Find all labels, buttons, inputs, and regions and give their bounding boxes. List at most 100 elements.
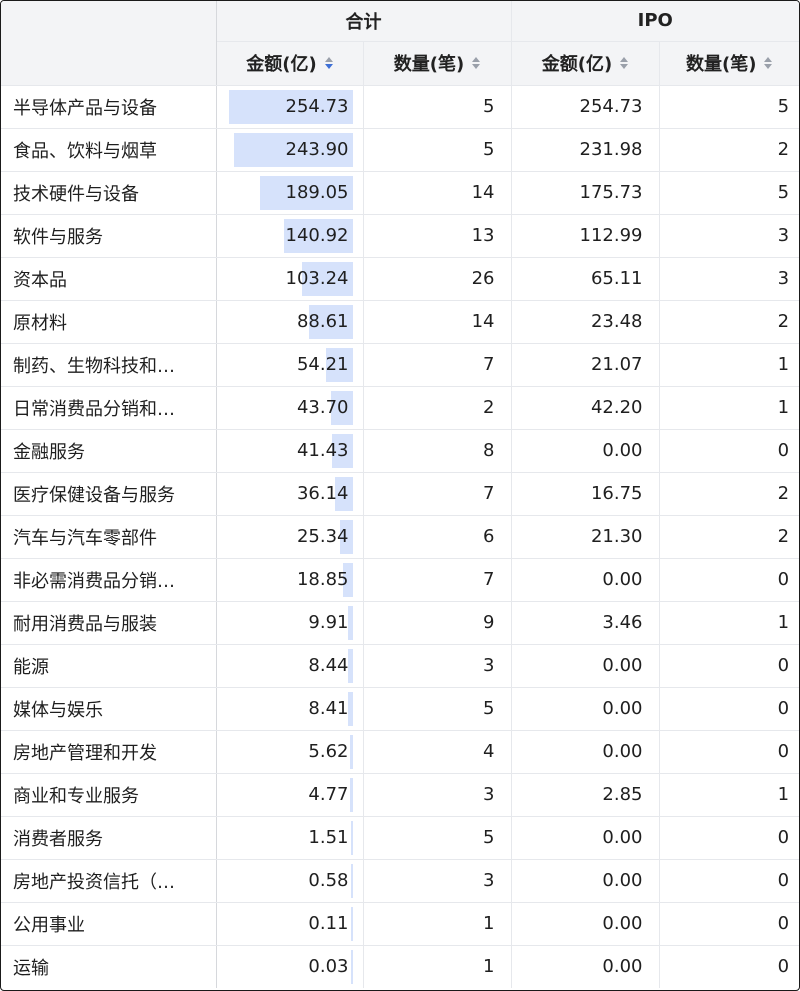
industry-name-cell: 媒体与娱乐	[1, 686, 217, 731]
col-header-total-count[interactable]: 数量(笔)	[362, 40, 512, 86]
total-amount-value: 9.91	[308, 611, 349, 633]
total-amount-cell: 243.90	[215, 127, 364, 172]
ipo-amount-cell: 0.00	[510, 729, 660, 774]
table-row[interactable]: 公用事业 0.11 1 0.00 0	[1, 901, 799, 946]
ipo-count-cell: 5	[658, 170, 799, 215]
industry-name-cell: 金融服务	[1, 428, 217, 473]
total-count-cell: 7	[362, 471, 512, 516]
col-header-total-amount[interactable]: 金额(亿)	[216, 40, 364, 86]
sort-icon[interactable]	[764, 57, 773, 69]
ipo-count-cell: 1	[658, 342, 799, 387]
table-row[interactable]: 消费者服务 1.51 5 0.00 0	[1, 815, 799, 860]
industry-name-cell: 食品、饮料与烟草	[1, 127, 217, 172]
table-row[interactable]: 金融服务 41.43 8 0.00 0	[1, 428, 799, 473]
total-count-cell: 7	[362, 557, 512, 602]
col-header-label: 金额(亿)	[246, 54, 317, 75]
total-count-cell: 9	[362, 600, 512, 645]
ipo-amount-cell: 231.98	[510, 127, 660, 172]
table-row[interactable]: 房地产投资信托（… 0.58 3 0.00 0	[1, 858, 799, 903]
col-header-ipo-amount[interactable]: 金额(亿)	[510, 40, 660, 86]
table-row[interactable]: 汽车与汽车零部件 25.34 6 21.30 2	[1, 514, 799, 559]
total-amount-value: 103.24	[285, 267, 349, 289]
ipo-amount-cell: 16.75	[510, 471, 660, 516]
total-amount-cell: 8.41	[215, 686, 364, 731]
total-amount-cell: 18.85	[215, 557, 364, 602]
table-row[interactable]: 软件与服务 140.92 13 112.99 3	[1, 213, 799, 258]
industry-name-cell: 技术硬件与设备	[1, 170, 217, 215]
total-amount-cell: 0.11	[215, 901, 364, 946]
ipo-count-cell: 0	[658, 686, 799, 731]
table-row[interactable]: 非必需消费品分销… 18.85 7 0.00 0	[1, 557, 799, 602]
total-amount-value: 4.77	[308, 783, 349, 805]
industry-name-cell: 医疗保健设备与服务	[1, 471, 217, 516]
table-row[interactable]: 制药、生物科技和… 54.21 7 21.07 1	[1, 342, 799, 387]
ipo-count-cell: 1	[658, 772, 799, 817]
ipo-count-cell: 2	[658, 514, 799, 559]
total-amount-value: 36.14	[296, 482, 349, 504]
total-amount-cell: 8.44	[215, 643, 364, 688]
total-amount-value: 18.85	[296, 568, 349, 590]
group-header-total: 合计	[215, 1, 512, 42]
ipo-count-cell: 0	[658, 901, 799, 946]
total-amount-cell: 4.77	[215, 772, 364, 817]
total-amount-value: 140.92	[285, 224, 349, 246]
total-count-cell: 8	[362, 428, 512, 473]
industry-name-cell: 商业和专业服务	[1, 772, 217, 817]
total-amount-value: 243.90	[285, 138, 349, 160]
ipo-count-cell: 0	[658, 858, 799, 903]
table-row[interactable]: 商业和专业服务 4.77 3 2.85 1	[1, 772, 799, 817]
sort-icon[interactable]	[620, 57, 629, 69]
industry-name-cell: 能源	[1, 643, 217, 688]
industry-name-cell: 软件与服务	[1, 213, 217, 258]
table-row[interactable]: 运输 0.03 1 0.00 0	[1, 944, 799, 988]
total-amount-value: 5.62	[308, 740, 349, 762]
total-count-cell: 6	[362, 514, 512, 559]
corner-header-cell	[1, 1, 217, 86]
ipo-amount-cell: 0.00	[510, 901, 660, 946]
industry-name-cell: 原材料	[1, 299, 217, 344]
group-header-ipo: IPO	[510, 1, 799, 42]
total-amount-value: 0.58	[308, 869, 349, 891]
industry-name-cell: 公用事业	[1, 901, 217, 946]
table-row[interactable]: 原材料 88.61 14 23.48 2	[1, 299, 799, 344]
total-amount-cell: 36.14	[215, 471, 364, 516]
industry-name-cell: 房地产投资信托（…	[1, 858, 217, 903]
table-row[interactable]: 资本品 103.24 26 65.11 3	[1, 256, 799, 301]
table-row[interactable]: 医疗保健设备与服务 36.14 7 16.75 2	[1, 471, 799, 516]
total-amount-cell: 54.21	[215, 342, 364, 387]
table-row[interactable]: 日常消费品分销和… 43.70 2 42.20 1	[1, 385, 799, 430]
total-amount-cell: 0.58	[215, 858, 364, 903]
table-row[interactable]: 食品、饮料与烟草 243.90 5 231.98 2	[1, 127, 799, 172]
total-count-cell: 5	[362, 127, 512, 172]
sort-descending-icon[interactable]	[324, 57, 333, 69]
table-row[interactable]: 耐用消费品与服装 9.91 9 3.46 1	[1, 600, 799, 645]
industry-name-cell: 运输	[1, 944, 217, 988]
table-row[interactable]: 媒体与娱乐 8.41 5 0.00 0	[1, 686, 799, 731]
ipo-count-cell: 1	[658, 600, 799, 645]
ipo-count-cell: 1	[658, 385, 799, 430]
table-row[interactable]: 能源 8.44 3 0.00 0	[1, 643, 799, 688]
total-count-cell: 5	[362, 84, 512, 129]
total-amount-value: 254.73	[285, 95, 349, 117]
total-count-cell: 4	[362, 729, 512, 774]
table-row[interactable]: 技术硬件与设备 189.05 14 175.73 5	[1, 170, 799, 215]
total-count-cell: 5	[362, 686, 512, 731]
total-amount-value: 43.70	[296, 396, 349, 418]
table-row[interactable]: 房地产管理和开发 5.62 4 0.00 0	[1, 729, 799, 774]
industry-table-container: 合计 IPO 金额(亿) 数量(笔) 金额(亿) 数量(笔) 半导体产品与设备 2…	[0, 0, 800, 991]
total-amount-cell: 88.61	[215, 299, 364, 344]
table-row[interactable]: 半导体产品与设备 254.73 5 254.73 5	[1, 84, 799, 129]
ipo-count-cell: 3	[658, 256, 799, 301]
col-header-ipo-count[interactable]: 数量(笔)	[658, 40, 799, 86]
sort-icon[interactable]	[472, 57, 481, 69]
ipo-count-cell: 5	[658, 84, 799, 129]
ipo-amount-cell: 42.20	[510, 385, 660, 430]
total-amount-value: 25.34	[296, 525, 349, 547]
industry-financing-table: 合计 IPO 金额(亿) 数量(笔) 金额(亿) 数量(笔) 半导体产品与设备 2…	[1, 1, 799, 988]
total-amount-value: 1.51	[308, 826, 349, 848]
total-count-cell: 3	[362, 858, 512, 903]
industry-name-cell: 资本品	[1, 256, 217, 301]
ipo-amount-cell: 0.00	[510, 557, 660, 602]
col-header-label: 数量(笔)	[686, 54, 757, 75]
ipo-amount-cell: 3.46	[510, 600, 660, 645]
